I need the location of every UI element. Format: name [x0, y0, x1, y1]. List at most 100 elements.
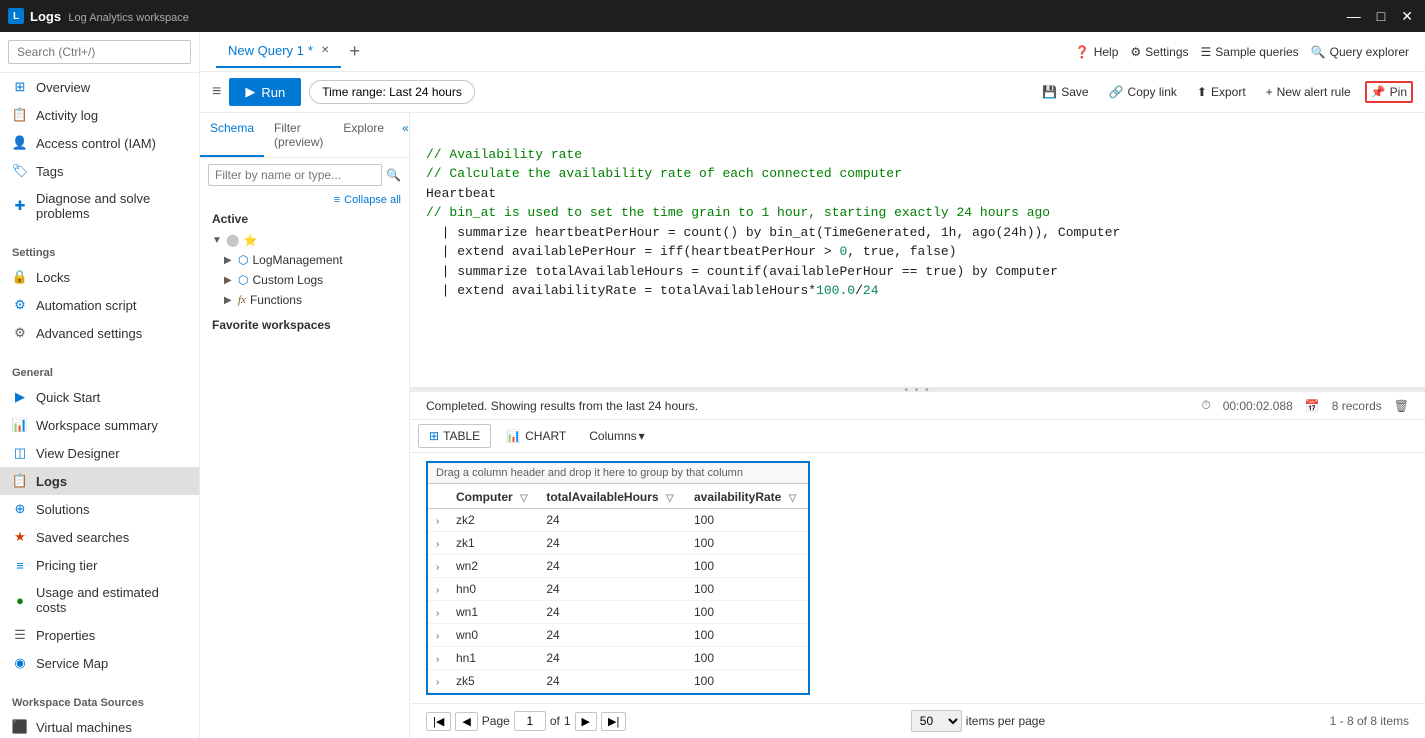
row-expand-icon[interactable]: ›: [436, 608, 439, 619]
tab-close-button[interactable]: ✕: [321, 45, 329, 56]
schema-tab-schema[interactable]: Schema: [200, 113, 264, 157]
sidebar-item-activity-log[interactable]: 📋 Activity log: [0, 101, 199, 129]
collapse-all-button[interactable]: Collapse all: [344, 194, 401, 206]
col-header-total-hours[interactable]: totalAvailableHours ▽: [538, 486, 686, 509]
content-area: New Query 1* ✕ + ❓ Help ⚙ Settings: [200, 32, 1425, 738]
sidebar-item-access-control[interactable]: 👤 Access control (IAM): [0, 129, 199, 157]
sidebar-item-advanced-settings[interactable]: ⚙ Advanced settings: [0, 319, 199, 347]
row-expand-icon[interactable]: ›: [436, 585, 439, 596]
delete-icon[interactable]: 🗑: [1394, 399, 1409, 413]
sidebar-item-solutions[interactable]: ⊕ Solutions: [0, 495, 199, 523]
new-alert-rule-button[interactable]: + New alert rule: [1260, 81, 1357, 103]
sidebar-item-pricing-tier[interactable]: ≡ Pricing tier: [0, 551, 199, 579]
sidebar-item-service-map[interactable]: ◉ Service Map: [0, 649, 199, 677]
cell-total-hours: 24: [538, 670, 686, 693]
sample-queries-button[interactable]: ☰ Sample queries: [1201, 45, 1299, 59]
table-row[interactable]: › zk1 24 100: [428, 532, 808, 555]
row-expand-icon[interactable]: ›: [436, 562, 439, 573]
export-button[interactable]: ⬆ Export: [1191, 81, 1252, 103]
computer-filter-icon[interactable]: ▽: [520, 493, 528, 504]
page-prev-button[interactable]: ◀: [455, 712, 477, 731]
schema-filter-input[interactable]: [208, 164, 382, 186]
col-header-computer[interactable]: Computer ▽: [448, 486, 538, 509]
page-next-button[interactable]: ▶: [575, 712, 597, 731]
expand-custom-logs-icon: ▶: [224, 275, 234, 286]
table-row[interactable]: › hn1 24 100: [428, 647, 808, 670]
tab-new-query[interactable]: New Query 1* ✕: [216, 35, 341, 68]
sidebar-item-overview[interactable]: ⊞ Overview: [0, 73, 199, 101]
cell-computer: zk5: [448, 670, 538, 693]
time-range-button[interactable]: Time range: Last 24 hours: [309, 80, 475, 104]
toolbar-settings-icon[interactable]: ≡: [212, 83, 221, 101]
diagnose-icon: ✚: [12, 198, 28, 214]
schema-item-functions[interactable]: ▶ fx Functions: [204, 290, 405, 310]
total-hours-filter-icon[interactable]: ▽: [666, 493, 674, 504]
code-editor[interactable]: // Availability rate // Calculate the av…: [410, 113, 1425, 388]
items-per-page-select[interactable]: 50 25 100: [911, 710, 962, 732]
row-expand-icon[interactable]: ›: [436, 654, 439, 665]
sidebar-item-quickstart[interactable]: ▶ Quick Start: [0, 383, 199, 411]
editor-wrapper: // Availability rate // Calculate the av…: [410, 113, 1425, 738]
query-explorer-button[interactable]: 🔍 Query explorer: [1311, 45, 1409, 59]
row-expand-icon[interactable]: ›: [436, 539, 439, 550]
sidebar-item-virtual-machines[interactable]: ⬛ Virtual machines: [0, 713, 199, 738]
code-line-6: | extend availablePerHour = iff(heartbea…: [426, 244, 957, 259]
maximize-button[interactable]: □: [1373, 8, 1389, 25]
minimize-button[interactable]: —: [1343, 8, 1365, 25]
schema-tab-explore[interactable]: Explore: [333, 113, 394, 157]
sidebar-item-logs[interactable]: 📋 Logs: [0, 467, 199, 495]
table-row[interactable]: › zk5 24 100: [428, 670, 808, 693]
cell-total-hours: 24: [538, 601, 686, 624]
workspace-summary-icon: 📊: [12, 417, 28, 433]
sidebar-item-diagnose[interactable]: ✚ Diagnose and solve problems: [0, 185, 199, 227]
save-button[interactable]: 💾 Save: [1036, 81, 1094, 103]
close-button[interactable]: ✕: [1397, 8, 1417, 25]
sidebar-item-properties[interactable]: ☰ Properties: [0, 621, 199, 649]
cell-rate: 100: [686, 601, 808, 624]
results-tab-table[interactable]: ⊞ TABLE: [418, 424, 491, 448]
schema-item-log-management[interactable]: ▶ ⬡ LogManagement: [204, 250, 405, 270]
sidebar-item-locks[interactable]: 🔒 Locks: [0, 263, 199, 291]
run-button[interactable]: ▶ Run: [229, 78, 301, 106]
results-table-container: Drag a column header and drop it here to…: [410, 453, 1425, 703]
help-button[interactable]: ❓ Help: [1075, 45, 1119, 59]
search-input[interactable]: [8, 40, 191, 64]
sidebar-item-workspace-summary[interactable]: 📊 Workspace summary: [0, 411, 199, 439]
page-last-button[interactable]: ▶|: [601, 712, 626, 731]
tab-add-button[interactable]: +: [345, 41, 364, 62]
col-header-rate[interactable]: availabilityRate ▽: [686, 486, 808, 509]
table-row[interactable]: › hn0 24 100: [428, 578, 808, 601]
sidebar-item-tags[interactable]: 🏷 Tags: [0, 157, 199, 185]
table-row[interactable]: › wn1 24 100: [428, 601, 808, 624]
sidebar-item-view-designer[interactable]: ◫ View Designer: [0, 439, 199, 467]
table-row[interactable]: › zk2 24 100: [428, 509, 808, 532]
code-line-1: // Availability rate: [426, 147, 582, 162]
pin-button[interactable]: 📌 Pin: [1365, 81, 1413, 103]
rate-filter-icon[interactable]: ▽: [789, 493, 797, 504]
table-row[interactable]: › wn0 24 100: [428, 624, 808, 647]
schema-item-custom-logs[interactable]: ▶ ⬡ Custom Logs: [204, 270, 405, 290]
row-expand-icon[interactable]: ›: [436, 516, 439, 527]
top-bar-right: ❓ Help ⚙ Settings ☰ Sample queries 🔍 Que…: [1075, 45, 1409, 59]
row-expand-icon[interactable]: ›: [436, 677, 439, 688]
schema-tab-filter[interactable]: Filter (preview): [264, 113, 333, 157]
settings-button[interactable]: ⚙ Settings: [1130, 45, 1188, 59]
usage-costs-icon: ●: [12, 592, 28, 608]
sidebar-item-usage-costs[interactable]: ● Usage and estimated costs: [0, 579, 199, 621]
chevron-down-icon: ▾: [639, 429, 645, 443]
page-first-button[interactable]: |◀: [426, 712, 451, 731]
table-border-box: Drag a column header and drop it here to…: [426, 461, 810, 695]
schema-item-active-root[interactable]: ▼ ⬤ ⭐: [204, 230, 405, 250]
row-expand-icon[interactable]: ›: [436, 631, 439, 642]
table-icon: ⊞: [429, 429, 439, 443]
sidebar-item-saved-searches[interactable]: ★ Saved searches: [0, 523, 199, 551]
pricing-tier-icon: ≡: [12, 557, 28, 573]
columns-dropdown[interactable]: Columns ▾: [581, 425, 652, 447]
sidebar-item-automation[interactable]: ⚙ Automation script: [0, 291, 199, 319]
table-row[interactable]: › wn2 24 100: [428, 555, 808, 578]
page-number-input[interactable]: [514, 711, 546, 731]
copy-link-button[interactable]: 🔗 Copy link: [1103, 81, 1183, 103]
schema-tree: Active ▼ ⬤ ⭐ ▶ ⬡ LogManagement ▶: [200, 208, 409, 738]
window-controls: — □ ✕: [1343, 8, 1417, 25]
results-tab-chart[interactable]: 📊 CHART: [495, 424, 577, 448]
